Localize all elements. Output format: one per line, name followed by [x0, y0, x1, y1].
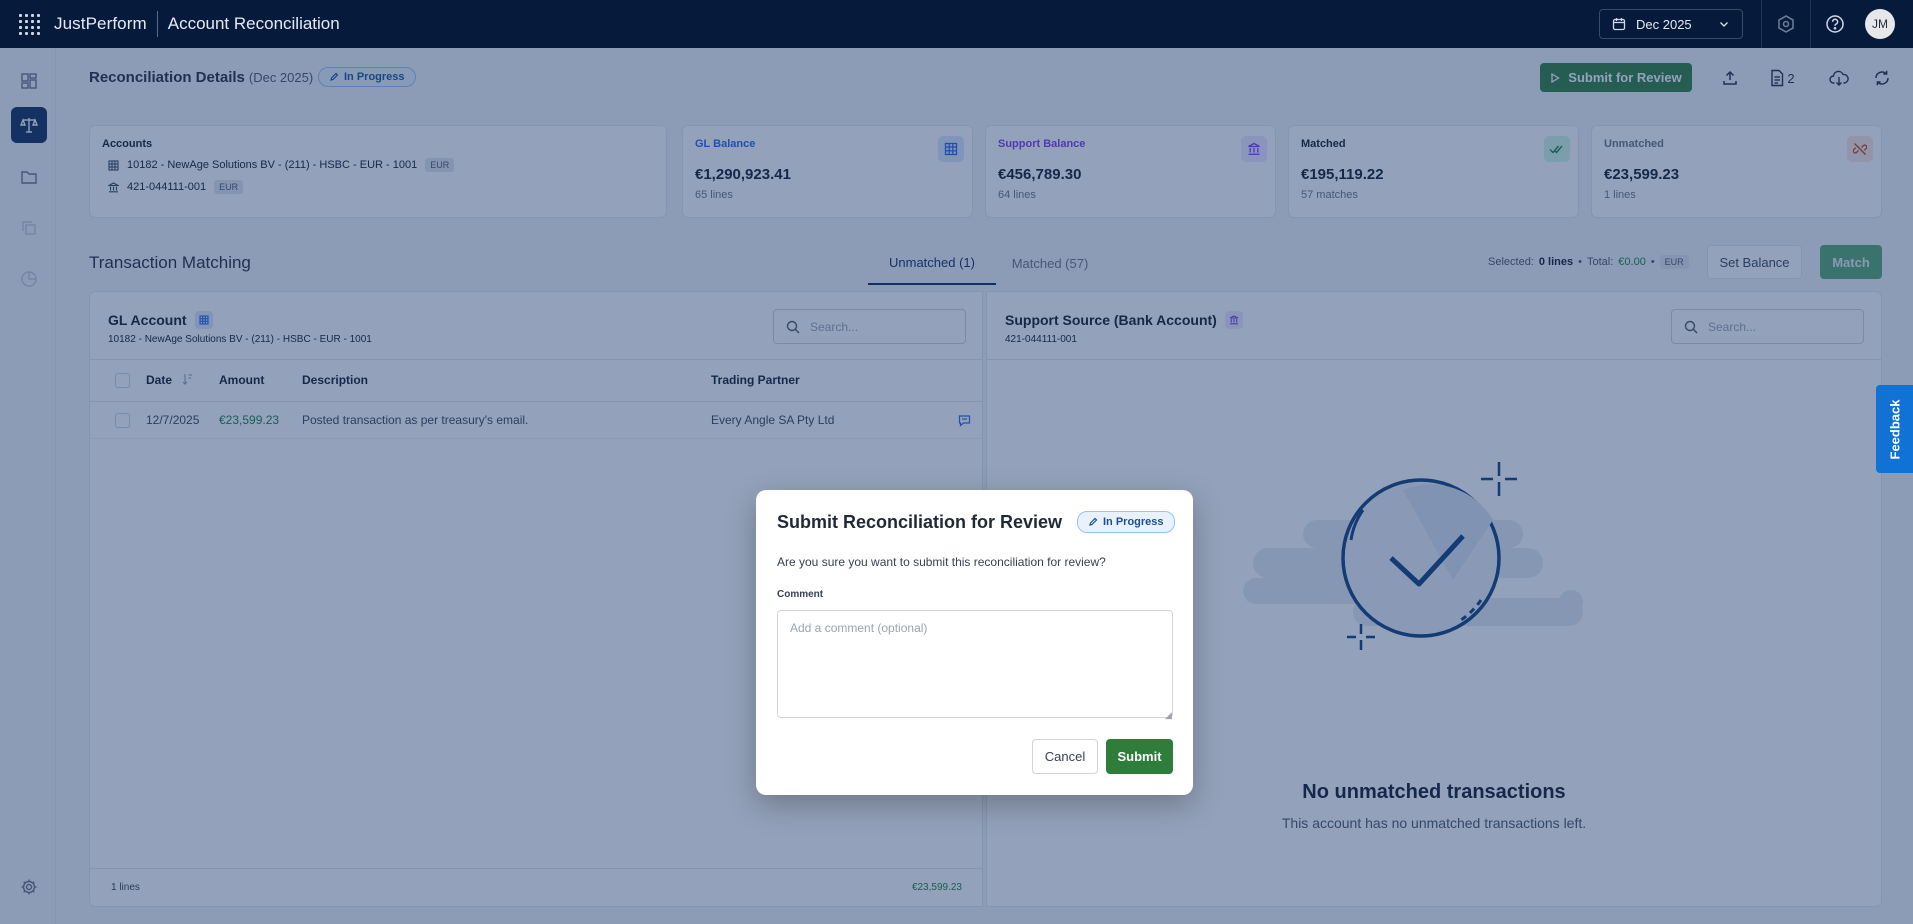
app-title: Account Reconciliation [167, 14, 340, 33]
comment-textarea[interactable] [777, 610, 1173, 718]
app-launcher-icon[interactable] [17, 12, 41, 36]
period-selector[interactable]: Dec 2025 [1599, 9, 1743, 39]
brand-divider [156, 11, 158, 37]
settings-hex-button[interactable] [1762, 0, 1810, 48]
top-bar: JustPerform Account Reconciliation Dec 2… [0, 0, 1913, 48]
brand-name: JustPerform [54, 14, 147, 33]
calendar-icon [1612, 18, 1626, 31]
pen-icon [1089, 517, 1098, 526]
dialog-question: Are you sure you want to submit this rec… [777, 555, 1106, 569]
submit-button[interactable]: Submit [1106, 739, 1173, 774]
dialog-status-badge: In Progress [1077, 511, 1175, 533]
help-icon [1826, 15, 1844, 33]
submit-review-dialog: Submit Reconciliation for Review In Prog… [756, 490, 1193, 795]
hexagon-icon [1778, 15, 1794, 33]
comment-label: Comment [777, 589, 824, 600]
period-value: Dec 2025 [1636, 16, 1692, 32]
help-button[interactable] [1811, 0, 1859, 48]
chevron-down-icon [1720, 22, 1728, 27]
resize-grip-icon[interactable]: ◢ [1165, 710, 1172, 721]
user-avatar[interactable]: JM [1865, 9, 1895, 39]
cancel-button[interactable]: Cancel [1032, 739, 1098, 774]
dialog-title: Submit Reconciliation for Review [777, 512, 1063, 532]
feedback-tab[interactable]: Feedback [1876, 385, 1913, 473]
